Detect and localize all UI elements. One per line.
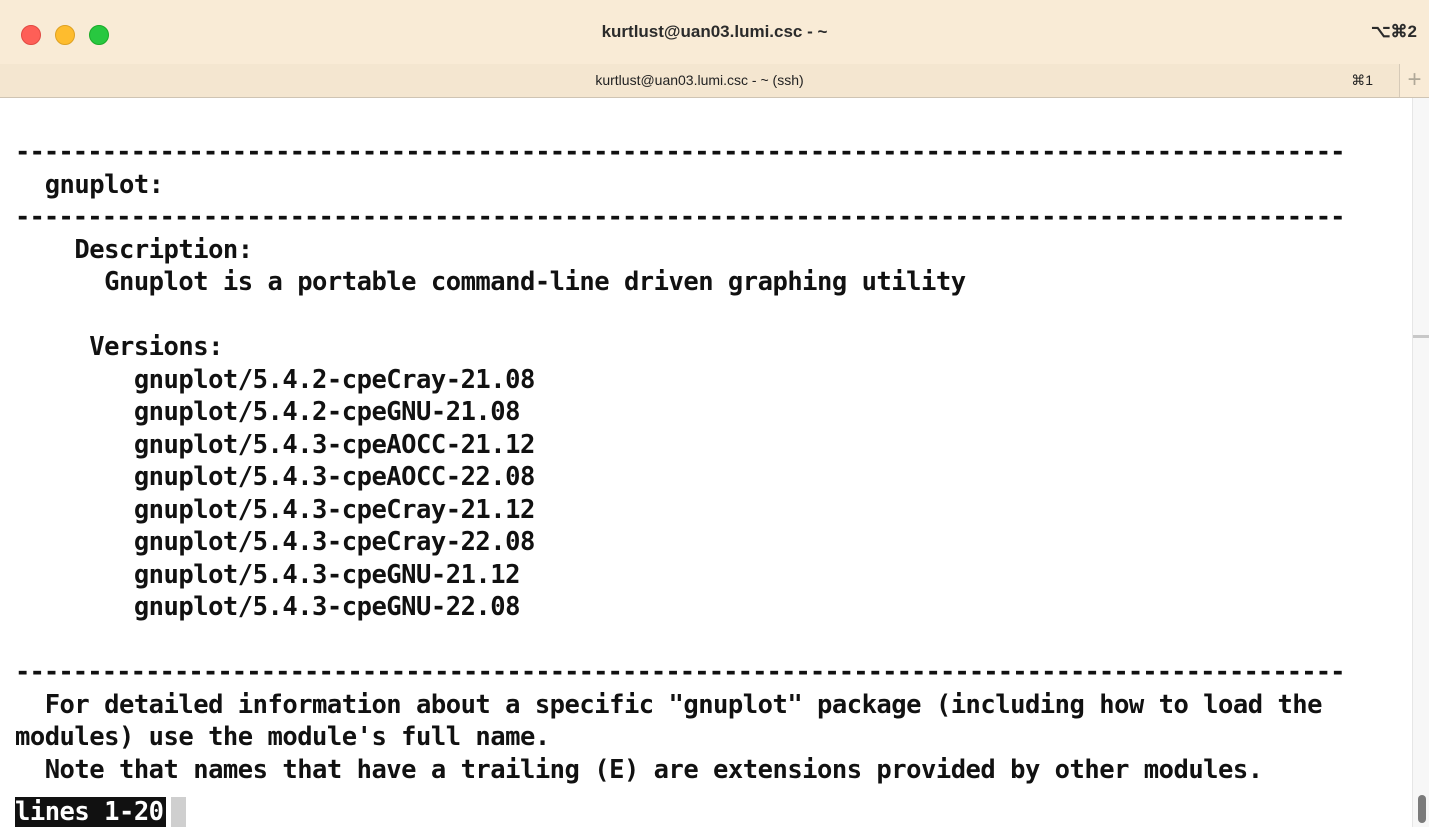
terminal-content[interactable]: ----------------------------------------… bbox=[0, 98, 1412, 827]
description-label: Description: bbox=[15, 234, 253, 265]
title-bar: kurtlust@uan03.lumi.csc - ~ ⌥⌘2 bbox=[0, 0, 1429, 64]
note-text: Note that names that have a trailing (E)… bbox=[15, 754, 1263, 785]
text-cursor bbox=[171, 797, 186, 827]
version-item: gnuplot/5.4.3-cpeAOCC-21.12 bbox=[15, 429, 536, 460]
window-title: kurtlust@uan03.lumi.csc - ~ bbox=[601, 22, 828, 41]
description-text: Gnuplot is a portable command-line drive… bbox=[15, 267, 966, 297]
module-heading: gnuplot: bbox=[15, 169, 164, 200]
version-item: gnuplot/5.4.3-cpeAOCC-22.08 bbox=[15, 462, 536, 492]
separator-line: ----------------------------------------… bbox=[15, 137, 1346, 167]
scrollbar-thumb[interactable] bbox=[1418, 795, 1426, 823]
version-item: gnuplot/5.4.3-cpeGNU-22.08 bbox=[15, 592, 521, 622]
tab-title: kurtlust@uan03.lumi.csc - ~ (ssh) bbox=[595, 72, 804, 88]
terminal-window: kurtlust@uan03.lumi.csc - ~ ⌥⌘2 kurtlust… bbox=[0, 0, 1429, 827]
separator-line: ----------------------------------------… bbox=[15, 202, 1346, 232]
separator-line: ----------------------------------------… bbox=[15, 657, 1346, 687]
scroll-marker bbox=[1413, 335, 1429, 338]
new-tab-button[interactable]: + bbox=[1399, 64, 1429, 97]
scrollbar[interactable] bbox=[1412, 98, 1429, 827]
version-item: gnuplot/5.4.3-cpeCray-21.12 bbox=[15, 494, 536, 525]
version-item: gnuplot/5.4.2-cpeGNU-21.08 bbox=[15, 397, 521, 427]
version-item: gnuplot/5.4.2-cpeCray-21.08 bbox=[15, 364, 536, 395]
version-item: gnuplot/5.4.3-cpeGNU-21.12 bbox=[15, 559, 521, 590]
info-text: modules) use the module's full name. bbox=[15, 722, 550, 752]
window-shortcut: ⌥⌘2 bbox=[1370, 22, 1417, 41]
pager-status: lines 1-20 bbox=[15, 797, 166, 827]
versions-label: Versions: bbox=[15, 332, 223, 362]
tab-bar: kurtlust@uan03.lumi.csc - ~ (ssh) ⌘1 + bbox=[0, 64, 1429, 98]
version-item: gnuplot/5.4.3-cpeCray-22.08 bbox=[15, 527, 536, 557]
terminal-output: ----------------------------------------… bbox=[15, 136, 1346, 786]
info-text: For detailed information about a specifi… bbox=[15, 689, 1323, 720]
tab-shortcut: ⌘1 bbox=[1351, 72, 1373, 88]
tab-ssh-session[interactable]: kurtlust@uan03.lumi.csc - ~ (ssh) ⌘1 bbox=[0, 64, 1399, 97]
